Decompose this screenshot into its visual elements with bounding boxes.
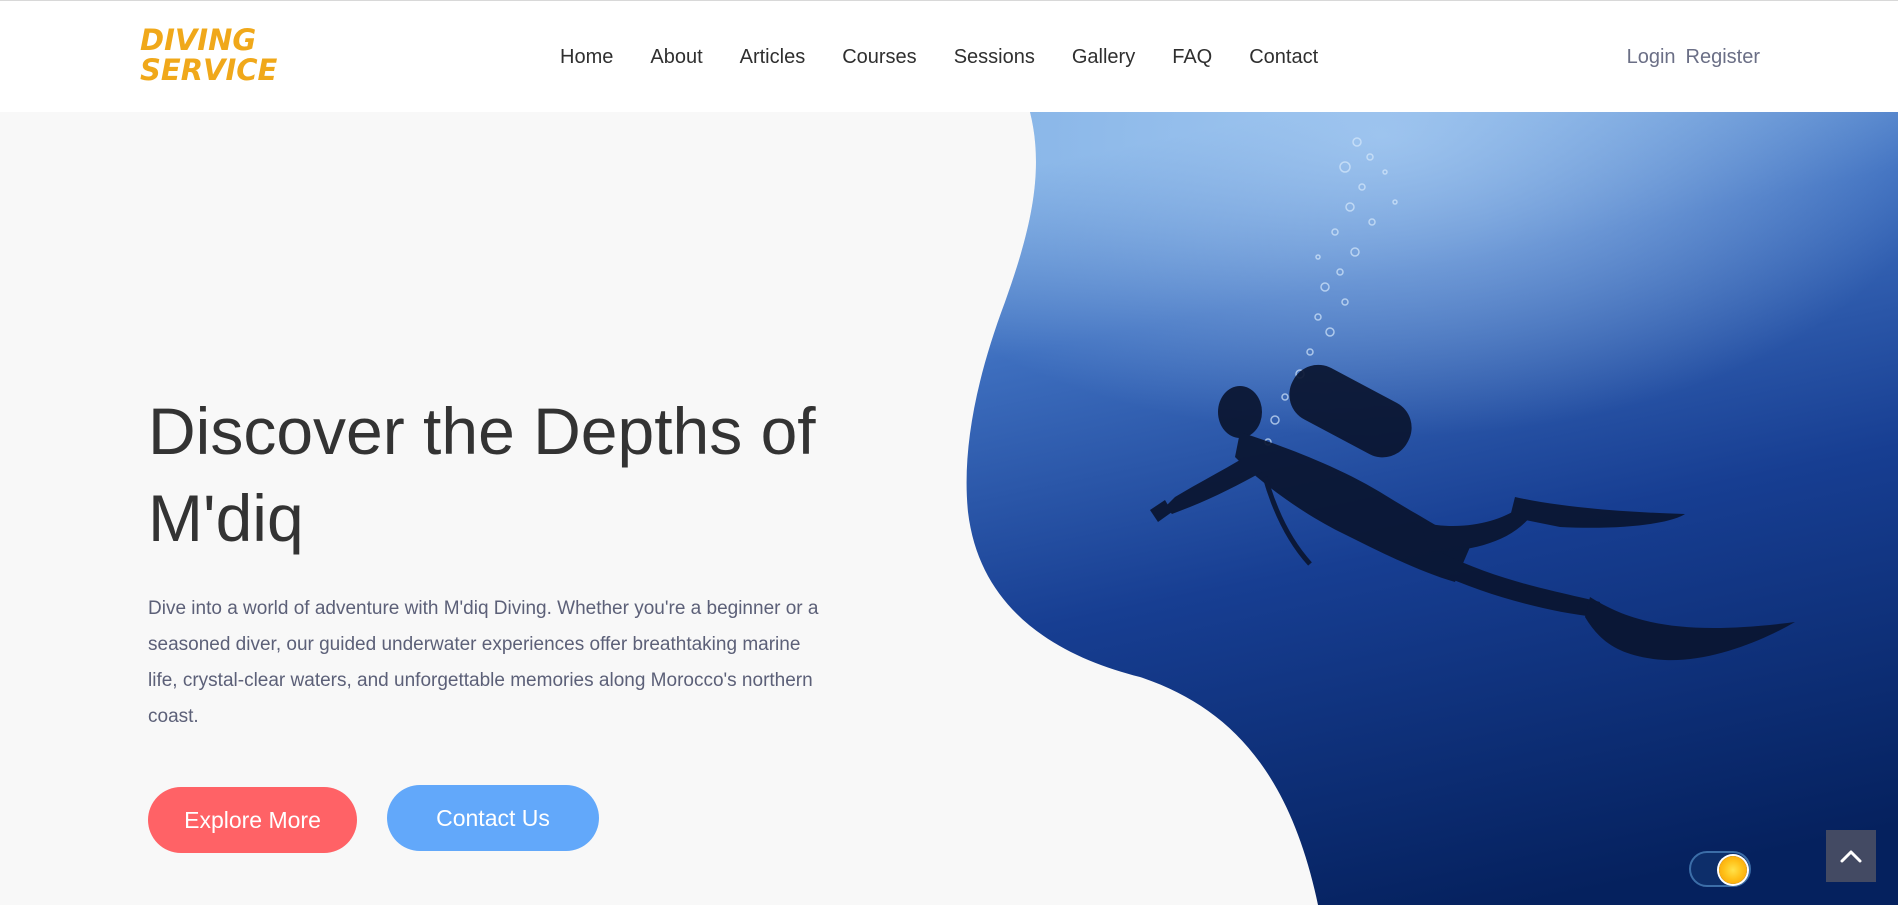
logo[interactable]: DIVING SERVICE	[140, 23, 278, 89]
explore-more-button[interactable]: Explore More	[148, 787, 357, 853]
nav-courses[interactable]: Courses	[842, 46, 916, 69]
nav-home[interactable]: Home	[560, 46, 613, 69]
nav-faq[interactable]: FAQ	[1172, 46, 1212, 69]
sun-icon	[1719, 856, 1747, 884]
main-nav: Home About Articles Courses Sessions Gal…	[560, 1, 1355, 113]
auth-links: Login Register	[1617, 1, 1760, 113]
theme-toggle[interactable]	[1689, 851, 1751, 887]
logo-line-1: DIVING	[140, 23, 257, 57]
nav-sessions[interactable]: Sessions	[954, 46, 1035, 69]
logo-line-2: SERVICE	[140, 53, 278, 87]
login-link[interactable]: Login	[1627, 46, 1676, 69]
hero-title: Discover the Depths of M'diq	[148, 394, 816, 555]
nav-articles[interactable]: Articles	[740, 46, 806, 69]
hero-description: Dive into a world of adventure with M'di…	[148, 598, 819, 727]
chevron-up-icon	[1840, 850, 1862, 863]
scroll-top-button[interactable]	[1826, 830, 1876, 882]
site-header: DIVING SERVICE Home About Articles Cours…	[0, 0, 1898, 112]
nav-gallery[interactable]: Gallery	[1072, 46, 1135, 69]
nav-about[interactable]: About	[650, 46, 702, 69]
nav-contact[interactable]: Contact	[1249, 46, 1318, 69]
page: DIVING SERVICE Home About Articles Cours…	[0, 0, 1898, 905]
contact-us-button[interactable]: Contact Us	[387, 785, 599, 851]
register-link[interactable]: Register	[1686, 46, 1760, 69]
